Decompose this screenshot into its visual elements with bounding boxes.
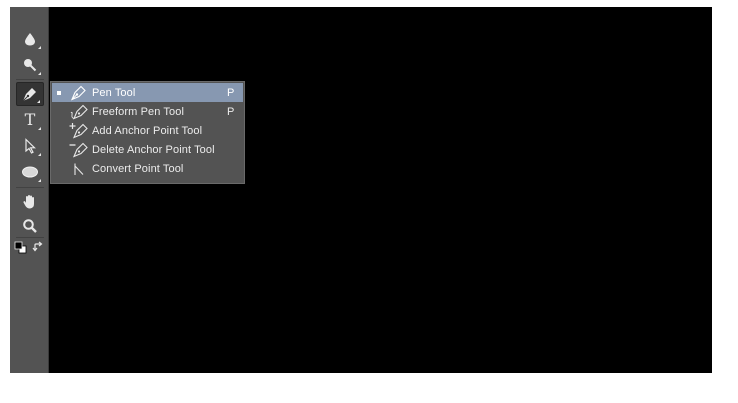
toolbar-separator <box>16 79 44 80</box>
type-tool[interactable]: T <box>16 108 44 132</box>
menu-item-label: Freeform Pen Tool <box>92 105 184 118</box>
hand-tool[interactable] <box>16 190 44 214</box>
add-anchor-point-icon <box>66 121 92 140</box>
submenu-corner-indicator <box>38 179 41 182</box>
delete-anchor-point-icon <box>66 140 92 159</box>
submenu-corner-indicator <box>38 153 41 156</box>
default-colors-icon <box>14 241 27 254</box>
drop-icon <box>25 33 35 46</box>
toolbar-separator <box>16 237 44 238</box>
freeform-pen-icon <box>66 102 92 121</box>
dodge-icon <box>24 59 37 72</box>
menu-item-label: Convert Point Tool <box>92 162 184 175</box>
toolbar-separator <box>16 187 44 188</box>
tools-panel: T <box>10 7 49 373</box>
submenu-corner-indicator <box>38 127 41 130</box>
zoom-tool[interactable] <box>16 214 44 238</box>
menu-item-label: Delete Anchor Point Tool <box>92 143 215 156</box>
menu-item-label: Add Anchor Point Tool <box>92 124 203 137</box>
photoshop-window: T Pen Tool P Freeform Pen Tool P Add Anc… <box>10 7 712 373</box>
menu-item-pen-tool[interactable]: Pen Tool P <box>52 83 243 102</box>
pen-tool[interactable] <box>16 82 44 106</box>
dodge-tool[interactable] <box>16 53 44 77</box>
ellipse-tool[interactable] <box>16 160 44 184</box>
menu-item-convert-point-tool[interactable]: Convert Point Tool <box>52 159 243 178</box>
submenu-corner-indicator <box>38 46 41 49</box>
swap-colors-button[interactable] <box>32 240 44 252</box>
type-icon: T <box>24 110 36 129</box>
menu-item-shortcut: P <box>227 86 235 99</box>
menu-item-add-anchor-point-tool[interactable]: Add Anchor Point Tool <box>52 121 243 140</box>
convert-point-icon <box>66 159 92 178</box>
swap-colors-icon <box>32 241 43 252</box>
default-colors-button[interactable] <box>14 241 27 254</box>
menu-item-shortcut: P <box>227 105 235 118</box>
menu-item-label: Pen Tool <box>92 86 136 99</box>
hand-icon <box>23 195 34 209</box>
path-selection-icon <box>25 138 36 154</box>
menu-item-delete-anchor-point-tool[interactable]: Delete Anchor Point Tool <box>52 140 243 159</box>
pen-icon <box>66 83 92 102</box>
selected-bullet <box>52 83 66 102</box>
document-canvas[interactable] <box>50 7 712 373</box>
path-selection-tool[interactable] <box>16 134 44 158</box>
menu-item-freeform-pen-tool[interactable]: Freeform Pen Tool P <box>52 102 243 121</box>
blur-tool[interactable] <box>16 27 44 51</box>
zoom-icon <box>23 219 37 233</box>
submenu-corner-indicator <box>38 72 41 75</box>
ellipse-icon <box>22 166 38 178</box>
submenu-corner-indicator <box>37 100 40 103</box>
pen-tool-flyout-menu: Pen Tool P Freeform Pen Tool P Add Ancho… <box>50 81 245 184</box>
